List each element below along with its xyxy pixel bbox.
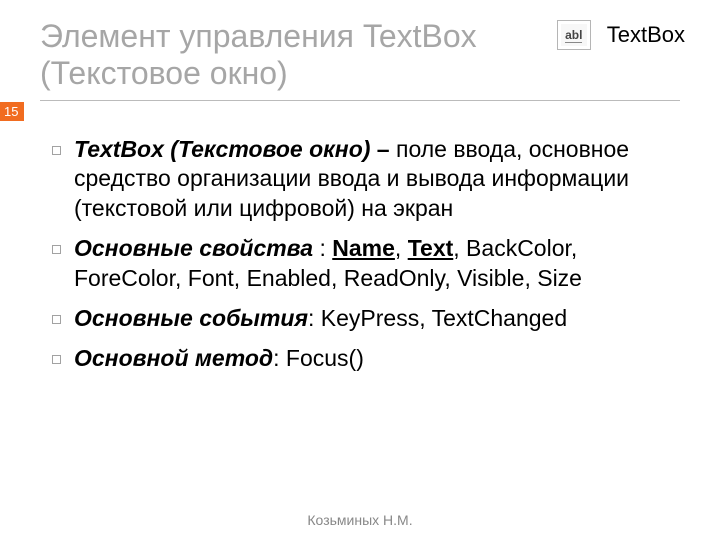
control-icon-group: abl TextBox xyxy=(557,20,685,50)
bullet-sep: – xyxy=(370,136,396,162)
bullet-lead: Основные свойства xyxy=(74,235,313,261)
textbox-icon-text: abl xyxy=(565,28,582,43)
list-item: Основной метод: Focus() xyxy=(52,344,680,374)
prop-text: Text xyxy=(408,235,454,261)
bullet-text: KeyPress, TextChanged xyxy=(321,305,567,331)
bullet-lead: Основной метод xyxy=(74,345,273,371)
title-divider xyxy=(40,100,680,101)
slide-content: TextBox (Текстовое окно) – поле ввода, о… xyxy=(40,135,680,374)
prop-name: Name xyxy=(332,235,395,261)
bullet-lead: TextBox (Текстовое окно) xyxy=(74,136,370,162)
textbox-icon: abl xyxy=(557,20,591,50)
list-item: Основные события: KeyPress, TextChanged xyxy=(52,304,680,334)
bullet-sep: : xyxy=(308,305,321,331)
slide-footer: Козьминых Н.М. xyxy=(0,512,720,528)
textbox-icon-label: TextBox xyxy=(607,22,685,48)
list-item: TextBox (Текстовое окно) – поле ввода, о… xyxy=(52,135,680,225)
bullet-sep: : xyxy=(313,235,332,261)
list-item: Основные свойства : Name, Text, BackColo… xyxy=(52,234,680,294)
bullet-list: TextBox (Текстовое окно) – поле ввода, о… xyxy=(52,135,680,374)
slide-title: Элемент управления TextBox (Текстовое ок… xyxy=(40,18,520,92)
slide: abl TextBox Элемент управления TextBox (… xyxy=(0,0,720,540)
bullet-lead: Основные события xyxy=(74,305,308,331)
bullet-text: Focus() xyxy=(286,345,364,371)
page-number-badge: 15 xyxy=(0,102,24,121)
prop-sep: , xyxy=(395,235,408,261)
bullet-sep: : xyxy=(273,345,286,371)
